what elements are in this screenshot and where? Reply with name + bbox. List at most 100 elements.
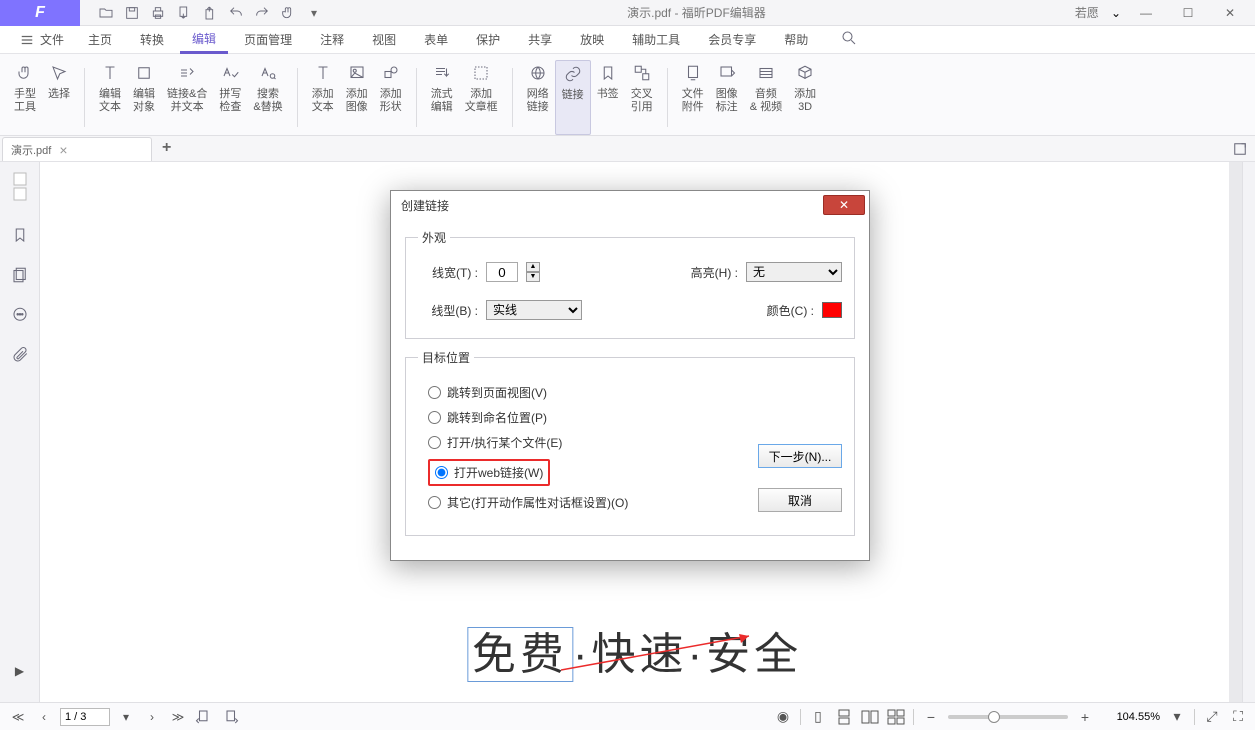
ribbon-audio-video[interactable]: 音频 & 视频 [744, 60, 788, 135]
ribbon-find-replace[interactable]: 搜索 &替换 [247, 60, 288, 135]
minimize-button[interactable]: — [1129, 0, 1163, 26]
radio-goto-named-dest[interactable]: 跳转到命名位置(P) [428, 409, 842, 426]
ribbon-reflow-edit[interactable]: 流式 编辑 [425, 60, 459, 135]
radio-goto-page-view[interactable]: 跳转到页面视图(V) [428, 384, 842, 401]
fullscreen-icon[interactable]: ⛶ [1229, 708, 1247, 726]
menu-help[interactable]: 帮助 [772, 26, 820, 53]
line-width-spinner[interactable]: ▲▼ [526, 262, 540, 282]
doc-out-icon[interactable] [176, 5, 192, 21]
new-tab-button[interactable]: + [152, 135, 181, 161]
menu-home[interactable]: 主页 [76, 26, 124, 53]
zoom-value: 104.55% [1102, 711, 1160, 723]
menu-bar: 文件 主页 转换 编辑 页面管理 注释 视图 表单 保护 共享 放映 辅助工具 … [0, 26, 1255, 54]
continuous-icon[interactable] [835, 708, 853, 726]
radio-label: 其它(打开动作属性对话框设置)(O) [447, 494, 628, 511]
ribbon-web-link[interactable]: 网络 链接 [521, 60, 555, 135]
ribbon-label: 添加 文章框 [465, 88, 498, 114]
comments-panel-icon[interactable] [10, 305, 30, 325]
history-back-icon[interactable] [194, 707, 214, 727]
status-right: ◉ ▯ − + 104.55% ▾ ⤢ ⛶ [774, 708, 1247, 726]
continuous-facing-icon[interactable] [887, 708, 905, 726]
undo-icon[interactable] [228, 5, 244, 21]
menu-vip[interactable]: 会员专享 [696, 26, 768, 53]
file-menu[interactable]: 文件 [12, 27, 72, 52]
menu-annotate[interactable]: 注释 [308, 26, 356, 53]
close-button[interactable]: ✕ [1213, 0, 1247, 26]
menu-assist[interactable]: 辅助工具 [620, 26, 692, 53]
tab-close-icon[interactable]: × [59, 142, 67, 158]
ribbon-bookmark[interactable]: 书签 [591, 60, 625, 135]
ribbon-spellcheck[interactable]: 拼写 检查 [213, 60, 247, 135]
ribbon-edit-text[interactable]: 编辑 文本 [93, 60, 127, 135]
redo-icon[interactable] [254, 5, 270, 21]
zoom-dropdown-icon[interactable]: ▾ [1168, 708, 1186, 726]
zoom-slider-thumb[interactable] [988, 711, 1000, 723]
ribbon-add-3d[interactable]: 添加 3D [788, 60, 822, 135]
zoom-slider[interactable] [948, 715, 1068, 719]
prev-page-icon[interactable]: ‹ [34, 707, 54, 727]
vertical-scrollbar[interactable] [1242, 162, 1255, 702]
color-picker[interactable] [822, 302, 842, 318]
menu-form[interactable]: 表单 [412, 26, 460, 53]
maximize-button[interactable]: ☐ [1171, 0, 1205, 26]
print-icon[interactable] [150, 5, 166, 21]
ribbon-select[interactable]: 选择 [42, 60, 76, 135]
menu-edit[interactable]: 编辑 [180, 25, 228, 54]
open-icon[interactable] [98, 5, 114, 21]
facing-icon[interactable] [861, 708, 879, 726]
spinner-up-icon[interactable]: ▲ [526, 262, 540, 272]
ribbon-label: 添加 形状 [380, 88, 402, 114]
pages-panel-icon[interactable] [10, 265, 30, 285]
menu-convert[interactable]: 转换 [128, 26, 176, 53]
dialog-close-button[interactable]: ✕ [823, 195, 865, 215]
zoom-out-icon[interactable]: − [922, 708, 940, 726]
search-icon[interactable] [832, 25, 866, 54]
next-page-icon[interactable]: › [142, 707, 162, 727]
spinner-down-icon[interactable]: ▼ [526, 272, 540, 282]
menu-view[interactable]: 视图 [360, 26, 408, 53]
doc-in-icon[interactable] [202, 5, 218, 21]
menu-protect[interactable]: 保护 [464, 26, 512, 53]
menu-share[interactable]: 共享 [516, 26, 564, 53]
fit-page-icon[interactable]: ⤢ [1203, 708, 1221, 726]
user-name[interactable]: 若愿 [1071, 4, 1103, 21]
highlight-combo[interactable]: 无 [746, 262, 842, 282]
qat-dropdown-icon[interactable]: ▾ [306, 5, 322, 21]
ribbon-link-merge-text[interactable]: 链接&合 并文本 [161, 60, 213, 135]
reading-mode-icon[interactable]: ◉ [774, 708, 792, 726]
menu-page-manage[interactable]: 页面管理 [232, 26, 304, 53]
ribbon-hand-tool[interactable]: 手型 工具 [8, 60, 42, 135]
tabbar-expand-icon[interactable] [1231, 140, 1255, 161]
hand-icon[interactable] [280, 5, 296, 21]
ribbon-add-image[interactable]: 添加 图像 [340, 60, 374, 135]
dialog-title-bar[interactable]: 创建链接 ✕ [391, 191, 869, 219]
user-dropdown-icon[interactable]: ⌄ [1111, 6, 1121, 20]
history-forward-icon[interactable] [220, 707, 240, 727]
document-tab[interactable]: 演示.pdf × [2, 137, 152, 161]
ribbon-label: 流式 编辑 [431, 88, 453, 114]
ribbon-edit-object[interactable]: 编辑 对象 [127, 60, 161, 135]
ribbon-add-article-box[interactable]: 添加 文章框 [459, 60, 504, 135]
page-number-input[interactable] [60, 708, 110, 726]
ribbon-link[interactable]: 链接 [555, 60, 591, 135]
page-dropdown-icon[interactable]: ▾ [116, 707, 136, 727]
ribbon-cross-ref[interactable]: 交叉 引用 [625, 60, 659, 135]
bookmark-panel-icon[interactable] [10, 225, 30, 245]
cancel-button[interactable]: 取消 [758, 488, 842, 512]
ribbon-add-text[interactable]: 添加 文本 [306, 60, 340, 135]
first-page-icon[interactable]: ≪ [8, 707, 28, 727]
last-page-icon[interactable]: ≫ [168, 707, 188, 727]
radio-open-web-link[interactable]: 打开web链接(W) [428, 459, 550, 486]
ribbon-file-attachment[interactable]: 文件 附件 [676, 60, 710, 135]
line-width-input[interactable] [486, 262, 518, 282]
save-icon[interactable] [124, 5, 140, 21]
next-button[interactable]: 下一步(N)... [758, 444, 842, 468]
sidebar-expand-icon[interactable]: ▶ [15, 664, 24, 678]
line-type-combo[interactable]: 实线 [486, 300, 582, 320]
single-page-icon[interactable]: ▯ [809, 708, 827, 726]
attachments-panel-icon[interactable] [10, 345, 30, 365]
ribbon-image-annotation[interactable]: 图像 标注 [710, 60, 744, 135]
menu-slideshow[interactable]: 放映 [568, 26, 616, 53]
ribbon-add-shape[interactable]: 添加 形状 [374, 60, 408, 135]
zoom-in-icon[interactable]: + [1076, 708, 1094, 726]
